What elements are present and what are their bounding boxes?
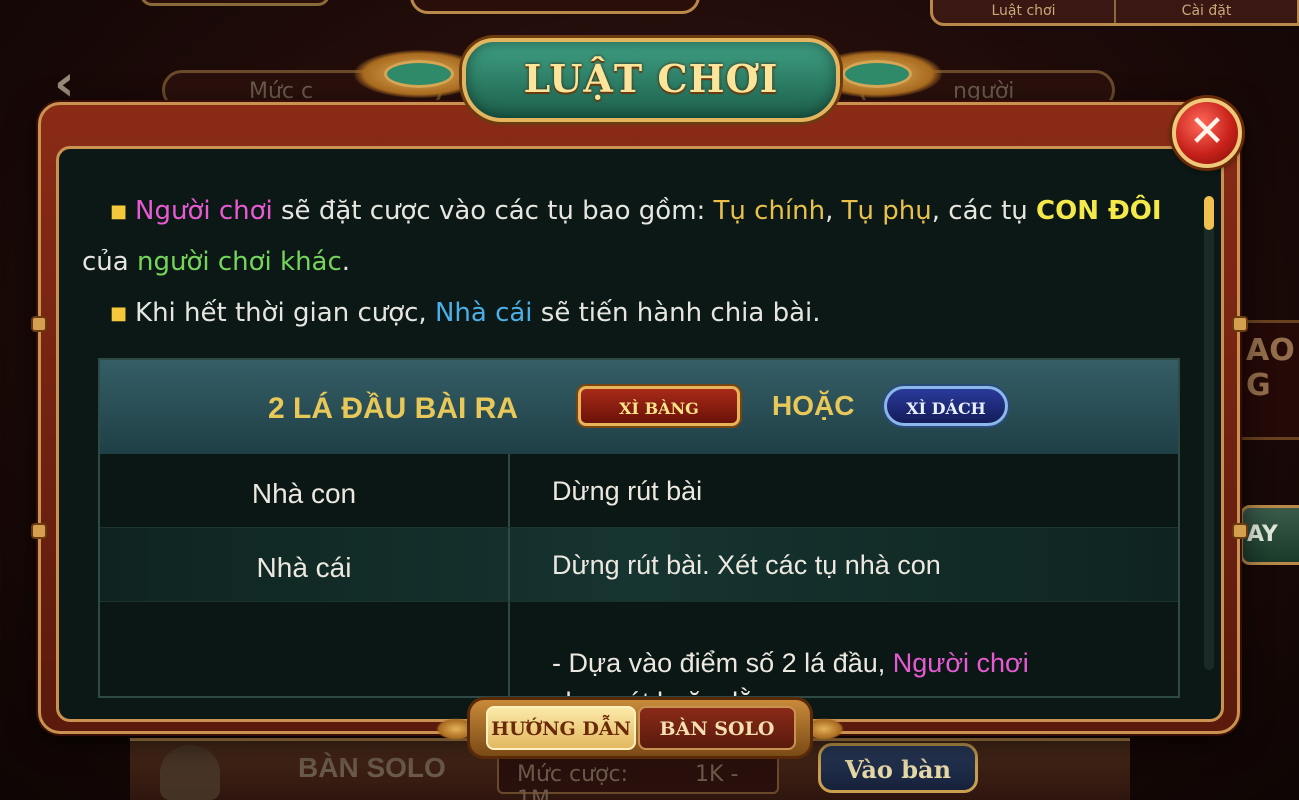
xi-dach-badge: XÌ DÁCH bbox=[884, 386, 1008, 426]
table-cell-action: Dừng rút bài bbox=[552, 476, 703, 506]
table-row: - Dựa vào điểm số 2 lá đầu, Người chơi c… bbox=[100, 602, 1178, 696]
rule1-side-pot: Tụ phụ bbox=[841, 196, 932, 226]
rules-scrollbar[interactable] bbox=[1204, 196, 1214, 670]
lobby-top-center-panel bbox=[410, 0, 700, 14]
table-cell-text-cut: chọn rút hoặc dằn bbox=[552, 687, 1172, 696]
modal-title-banner: LUẬT CHƠI bbox=[462, 38, 840, 122]
table-cell-role: Nhà con bbox=[100, 454, 510, 527]
tab-guide[interactable]: HƯỚNG DẪN bbox=[486, 706, 636, 750]
close-icon[interactable]: ✕ bbox=[1172, 98, 1242, 168]
table-header-title: 2 LÁ ĐẦU BÀI RA bbox=[268, 392, 519, 425]
join-table-button[interactable]: Vào bàn bbox=[818, 743, 978, 793]
tabs-right-ornament bbox=[804, 718, 844, 740]
lobby-right-card-text: G bbox=[1246, 368, 1271, 403]
frame-pin-icon bbox=[1234, 318, 1246, 330]
table-cell-action: Dừng rút bài. Xét các tụ nhà con bbox=[552, 550, 941, 580]
lobby-room-label: BÀN SOLO bbox=[298, 752, 446, 783]
rule1-text: sẽ đặt cược vào các tụ bao gồm: bbox=[272, 196, 714, 226]
frame-pin-icon bbox=[33, 318, 45, 330]
table-cell-role: Nhà cái bbox=[100, 528, 510, 601]
rule1-text-3: của bbox=[82, 247, 137, 277]
frame-pin-icon bbox=[33, 525, 45, 537]
rule1-period: . bbox=[341, 247, 351, 277]
frame-pin-icon bbox=[1234, 525, 1246, 537]
pot-icon bbox=[160, 745, 220, 800]
rule1-text-2: , các tụ bbox=[931, 196, 1037, 226]
rule2-text-2: sẽ tiến hành chia bài. bbox=[532, 298, 821, 328]
lobby-tab-rules[interactable]: Luật chơi bbox=[933, 0, 1114, 23]
xi-bang-badge: XÌ BÀNG bbox=[578, 386, 740, 426]
rule1-player: Người chơi bbox=[135, 196, 273, 226]
lobby-stake-label: Mức cược: bbox=[517, 762, 629, 787]
bullet-icon: ■ bbox=[110, 303, 128, 324]
rule2-dealer: Nhà cái bbox=[434, 298, 533, 328]
rules-table: 2 LÁ ĐẦU BÀI RA XÌ BÀNG HOẶC XÌ DÁCH Nhà… bbox=[98, 358, 1180, 698]
rule1-main-pot: Tụ chính bbox=[713, 196, 826, 226]
rule1-pair: CON ĐÔI bbox=[1036, 196, 1162, 226]
modal-title: LUẬT CHƠI bbox=[523, 56, 779, 101]
rule1-other-players: người chơi khác bbox=[136, 247, 342, 277]
table-cell-role bbox=[100, 602, 510, 696]
lobby-tab-settings[interactable]: Cài đặt bbox=[1114, 0, 1297, 23]
table-header-or: HOẶC bbox=[772, 390, 855, 421]
lobby-right-card-text: AO bbox=[1246, 333, 1295, 368]
table-cell-player: Người chơi bbox=[892, 648, 1029, 678]
tab-solo-table[interactable]: BÀN SOLO bbox=[638, 706, 796, 750]
bullet-icon: ■ bbox=[110, 201, 128, 222]
table-row: Nhà con Dừng rút bài bbox=[100, 454, 1178, 528]
lobby-top-menu: Luật chơi Cài đặt bbox=[930, 0, 1299, 26]
rule-item-2: ■ Khi hết thời gian cược, Nhà cái sẽ tiến… bbox=[82, 288, 1192, 339]
rule2-text: Khi hết thời gian cược, bbox=[135, 298, 435, 328]
table-cell-action: - Dựa vào điểm số 2 lá đầu, Người chơi c… bbox=[552, 602, 1172, 696]
lobby-top-left-panel bbox=[140, 0, 330, 6]
lobby-right-card: AO G bbox=[1240, 320, 1299, 440]
lobby-stake-field: Mức cược: 1K - 1M bbox=[497, 752, 779, 800]
table-cell-text: - Dựa vào điểm số 2 lá đầu, bbox=[552, 648, 893, 678]
table-header: 2 LÁ ĐẦU BÀI RA XÌ BÀNG HOẶC XÌ DÁCH bbox=[100, 360, 1178, 454]
rule-item-1: ■ Người chơi sẽ đặt cược vào các tụ bao g… bbox=[82, 186, 1192, 288]
rule1-comma: , bbox=[825, 196, 842, 226]
lobby-play-button[interactable]: AY bbox=[1240, 505, 1299, 565]
rules-scrollbar-thumb[interactable] bbox=[1204, 196, 1214, 230]
table-row: Nhà cái Dừng rút bài. Xét các tụ nhà con bbox=[100, 528, 1178, 602]
